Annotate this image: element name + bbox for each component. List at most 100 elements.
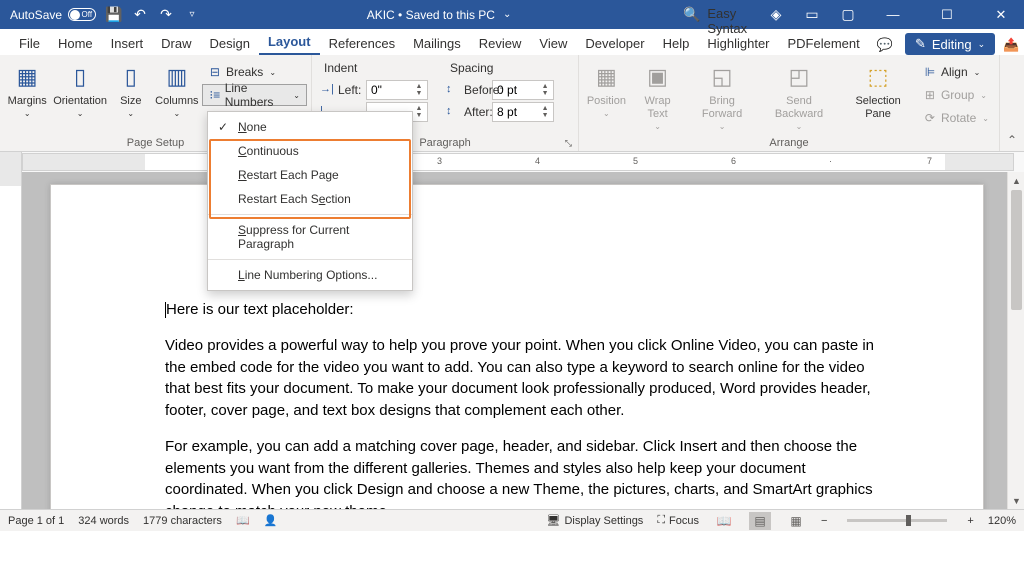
horizontal-ruler[interactable]: 1 2 3 4 5 6 · 7 [22,153,1014,171]
columns-button[interactable]: ▥Columns⌄ [152,59,202,121]
group-icon: ⊞ [923,88,937,102]
close-button[interactable]: ✕ [978,0,1024,29]
document-title: AKIC • Saved to this PC [367,8,495,22]
maximize-button[interactable]: ☐ [924,0,970,29]
tab-insert[interactable]: Insert [102,32,153,55]
title-chevron-icon[interactable]: ⌄ [503,9,511,20]
save-icon[interactable]: 💾 [106,7,122,23]
char-count[interactable]: 1779 characters [143,515,222,527]
dd-restart-section[interactable]: Restart Each Section [208,187,412,211]
word-count[interactable]: 324 words [78,515,129,527]
display-settings[interactable]: 🖥 Display Settings [546,514,643,527]
para-1: Here is our text placeholder: [166,301,354,318]
spacing-before-icon: ↕ [446,83,452,95]
scroll-down-icon[interactable]: ▼ [1008,492,1024,509]
dd-options[interactable]: Line Numbering Options... [208,263,412,287]
titlebar: AutoSave Off 💾 ↶ ↷ ▿ AKIC • Saved to thi… [0,0,1024,29]
scroll-up-icon[interactable]: ▲ [1008,172,1024,189]
line-numbers-button[interactable]: ⁝≡Line Numbers⌄ [202,84,307,106]
rotate-icon: ⟳ [923,111,937,125]
tab-draw[interactable]: Draw [152,32,200,55]
dd-none-rest: one [247,120,267,134]
after-label: After: [464,105,493,119]
send-backward-button: ◰Send Backward⌄ [759,59,839,134]
align-button[interactable]: ⊫Align⌄ [917,61,995,83]
autosave-toggle[interactable]: AutoSave Off [10,8,96,22]
margins-button[interactable]: ▦Margins⌄ [4,59,50,121]
redo-icon[interactable]: ↷ [158,7,174,23]
tab-developer[interactable]: Developer [576,32,653,55]
selection-pane-button[interactable]: ⬚Selection Pane [839,59,917,123]
tab-references[interactable]: References [320,32,404,55]
dd-continuous[interactable]: Continuous [208,139,412,163]
collapse-ribbon-icon[interactable]: ⌃ [1000,55,1024,151]
tab-layout[interactable]: Layout [259,30,320,55]
spacing-after-icon: ↕ [446,105,452,117]
zoom-in-button[interactable]: + [967,515,973,527]
editing-mode-button[interactable]: ✎ Editing ⌄ [905,33,995,55]
dd-suppress[interactable]: Suppress for Current Paragraph [208,218,412,256]
zoom-out-button[interactable]: − [821,515,827,527]
tab-pdfelement[interactable]: PDFelement [779,32,869,55]
tab-view[interactable]: View [530,32,576,55]
zoom-slider[interactable] [847,519,947,522]
tab-selector[interactable] [0,152,22,172]
bring-forward-icon: ◱ [706,61,738,93]
line-numbers-dropdown: ✓None Continuous Restart Each Page Resta… [207,111,413,291]
send-backward-icon: ◰ [783,61,815,93]
dd-none[interactable]: ✓None [208,115,412,139]
orientation-icon: ▯ [64,61,96,93]
zoom-level[interactable]: 120% [988,515,1016,527]
print-layout-icon[interactable]: ▤ [749,512,771,530]
scroll-thumb[interactable] [1011,190,1022,310]
tab-help[interactable]: Help [654,32,699,55]
document-area: Here is our text placeholder: Video prov… [0,172,1024,509]
breaks-button[interactable]: ⊟Breaks⌄ [202,61,307,83]
position-button: ▦Position⌄ [583,59,630,121]
align-icon: ⊫ [923,65,937,79]
spacing-after-input[interactable]: ▲▼ [492,102,554,122]
tab-home[interactable]: Home [49,32,102,55]
focus-mode[interactable]: ⛶ Focus [657,514,699,527]
spacing-label: Spacing [442,59,574,79]
qat-customize-icon[interactable]: ▿ [184,7,200,23]
comments-button[interactable]: 💬 [869,35,901,55]
tab-review[interactable]: Review [470,32,531,55]
margins-icon: ▦ [11,61,43,93]
wrap-text-button: ▣Wrap Text⌄ [630,59,686,134]
vertical-scrollbar[interactable]: ▲ ▼ [1007,172,1024,509]
indent-left-input[interactable]: ▲▼ [366,80,428,100]
columns-icon: ▥ [161,61,193,93]
position-icon: ▦ [590,61,622,93]
document-scroll[interactable]: Here is our text placeholder: Video prov… [22,172,1007,509]
read-mode-icon[interactable]: 📖 [713,512,735,530]
paragraph-launcher-icon[interactable]: ⤡ [565,138,572,149]
rotate-button: ⟳Rotate⌄ [917,107,995,129]
minimize-button[interactable]: — [870,0,916,29]
group-arrange: ▦Position⌄ ▣Wrap Text⌄ ◱Bring Forward⌄ ◰… [579,55,1000,151]
page-count[interactable]: Page 1 of 1 [8,515,64,527]
tab-mailings[interactable]: Mailings [404,32,470,55]
page-setup-label: Page Setup [127,137,185,149]
accessibility-icon[interactable]: 👤 [264,514,278,527]
share-button[interactable]: 📤 ⌄ [995,35,1024,55]
check-icon: ✓ [218,120,228,134]
group-button: ⊞Group⌄ [917,84,995,106]
size-icon: ▯ [115,61,147,93]
spell-check-icon[interactable]: 📖 [236,514,250,527]
window-options-icon[interactable]: ▭ [798,0,826,29]
tab-design[interactable]: Design [201,32,259,55]
size-button[interactable]: ▯Size⌄ [110,59,152,121]
vertical-ruler[interactable] [0,172,22,509]
undo-icon[interactable]: ↶ [132,7,148,23]
autosave-label: AutoSave [10,8,62,22]
web-layout-icon[interactable]: ▦ [785,512,807,530]
dd-restart-page[interactable]: Restart Each Page [208,163,412,187]
statusbar: Page 1 of 1 324 words 1779 characters 📖 … [0,509,1024,531]
tab-syntax-highlighter[interactable]: Easy Syntax Highlighter [698,2,778,55]
orientation-button[interactable]: ▯Orientation⌄ [50,59,109,121]
ribbon-display-icon[interactable]: ▢ [834,0,862,29]
arrange-label: Arrange [769,137,808,149]
page[interactable]: Here is our text placeholder: Video prov… [50,184,984,509]
tab-file[interactable]: File [10,32,49,55]
